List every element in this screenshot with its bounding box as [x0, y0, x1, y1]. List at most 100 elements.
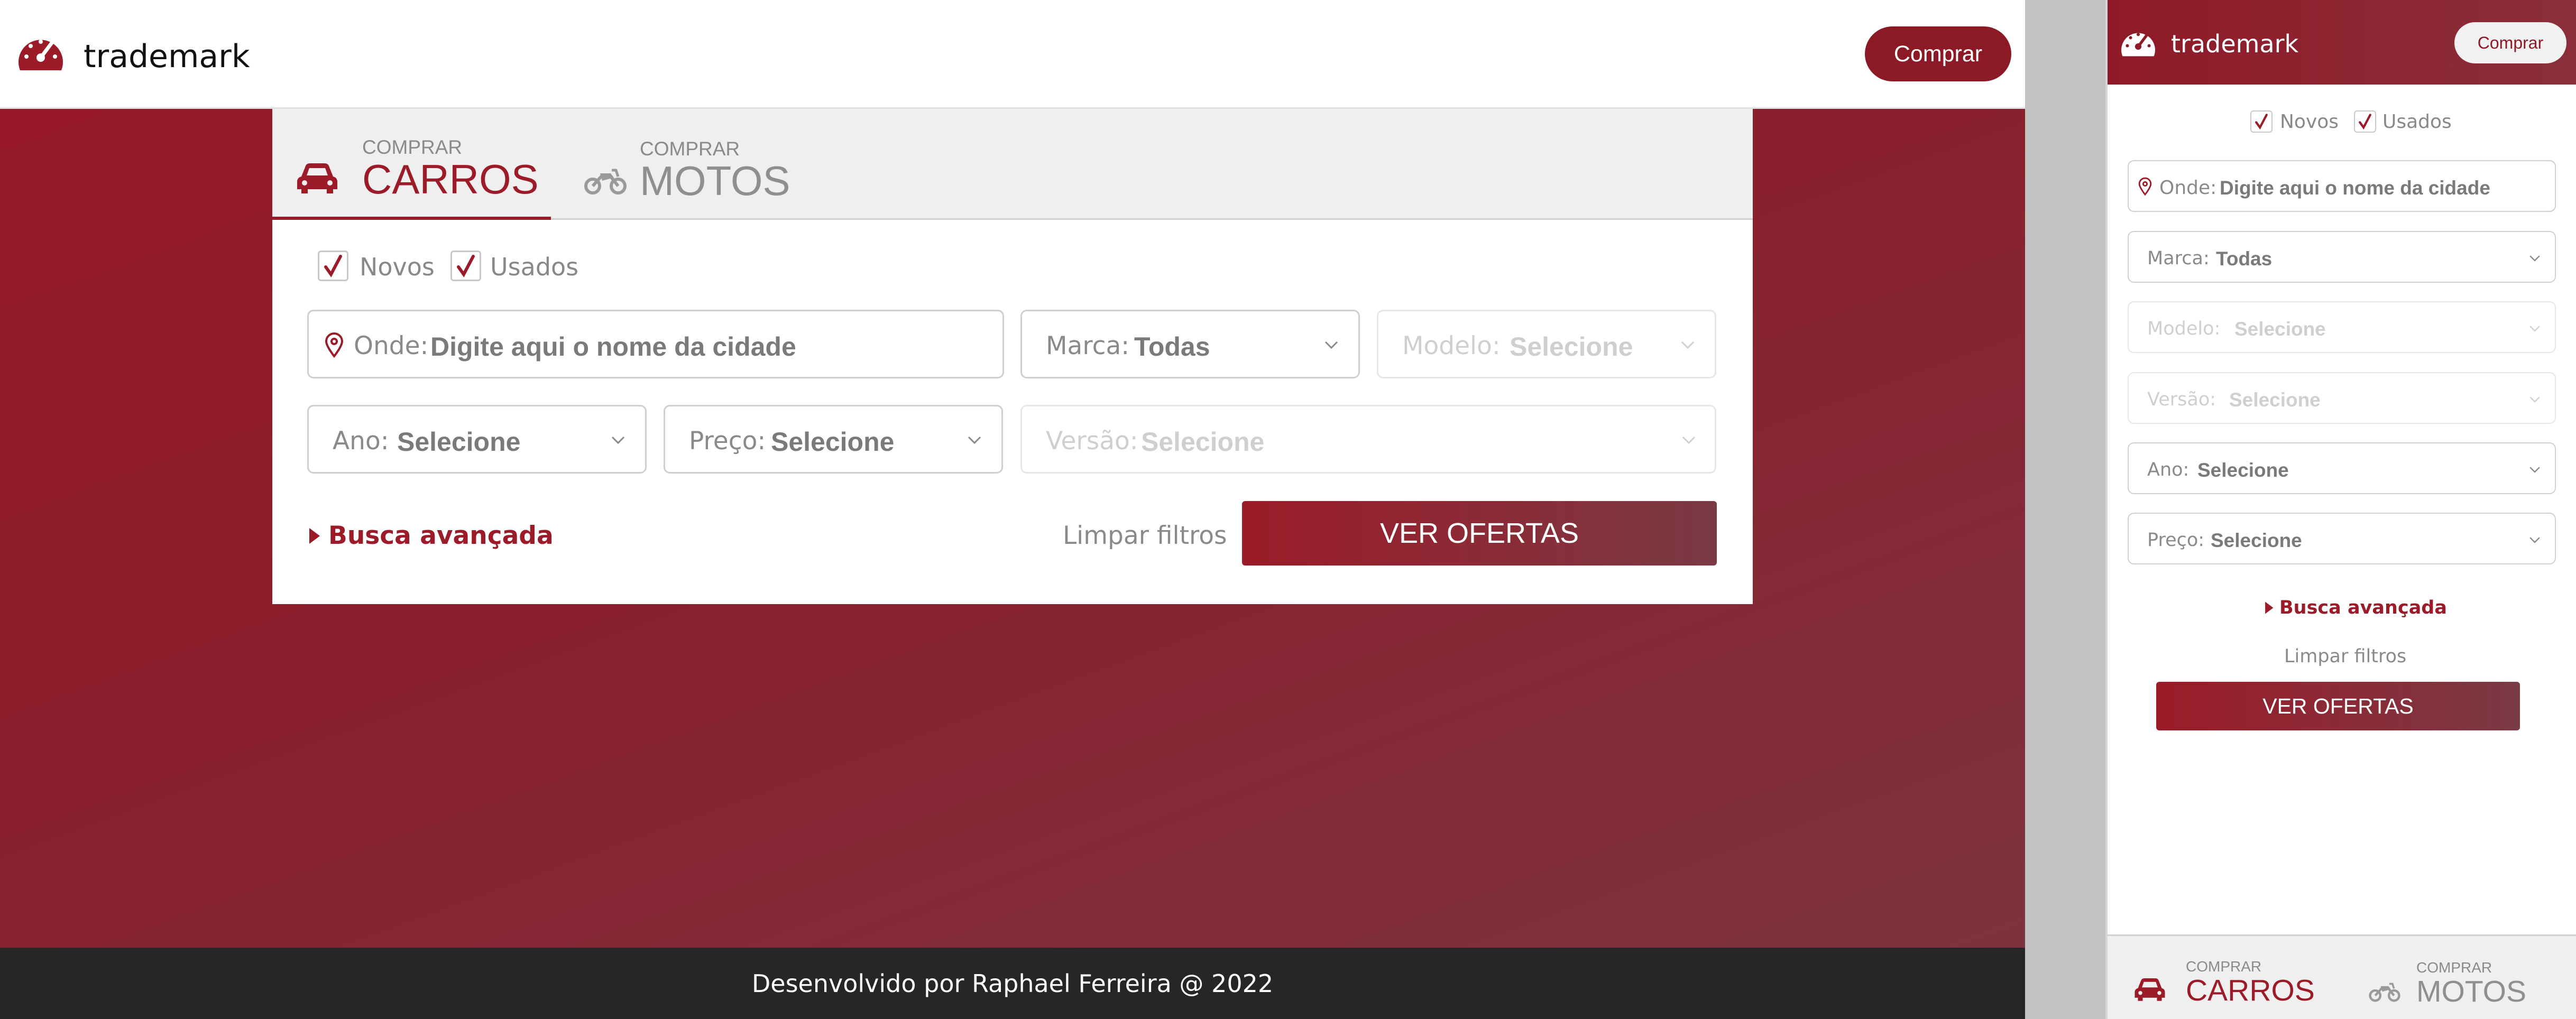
- tab-carros-small: COMPRAR: [362, 136, 463, 158]
- advanced-search-label: Busca avançada: [328, 521, 554, 550]
- checkmark-icon: [2255, 114, 2268, 130]
- chevron-down-icon: [1682, 436, 1696, 444]
- versao-label: Versão:: [1046, 427, 1138, 456]
- comprar-button[interactable]: Comprar: [1865, 26, 2011, 81]
- caret-right-icon: [2265, 601, 2274, 614]
- mobile-marca-label: Marca:: [2147, 248, 2210, 269]
- mobile-tab-carros-small: COMPRAR: [2186, 958, 2262, 975]
- location-pin-icon: [325, 332, 344, 358]
- versao-select[interactable]: Versão: Selecione: [1020, 405, 1716, 474]
- tab-carros[interactable]: COMPRAR CARROS: [272, 109, 551, 220]
- ano-select[interactable]: Ano: Selecione: [307, 405, 647, 474]
- mobile-ano-label: Ano:: [2147, 459, 2189, 480]
- chevron-down-icon: [968, 436, 981, 444]
- search-card: COMPRAR CARROS COMPRAR MOTOS Novos Usado…: [272, 109, 1753, 604]
- mobile-novos-checkbox[interactable]: [2250, 110, 2273, 133]
- preco-label: Preço:: [689, 427, 766, 456]
- chevron-down-icon: [1324, 341, 1338, 349]
- mobile-usados-label[interactable]: Usados: [2382, 111, 2452, 133]
- marca-label: Marca:: [1046, 331, 1130, 360]
- car-icon: [296, 161, 338, 196]
- mobile-ano-value: Selecione: [2197, 459, 2289, 481]
- mobile-modelo-select[interactable]: Modelo: Selecione: [2128, 301, 2556, 353]
- mobile-tab-carros[interactable]: COMPRAR CARROS: [2108, 936, 2330, 1019]
- vehicle-tabs: COMPRAR CARROS COMPRAR MOTOS: [272, 109, 1753, 220]
- advanced-search-link[interactable]: Busca avançada: [307, 521, 554, 550]
- mobile-modelo-label: Modelo:: [2147, 318, 2221, 339]
- mobile-usados-checkbox[interactable]: [2354, 110, 2376, 133]
- modelo-select[interactable]: Modelo: Selecione: [1377, 310, 1716, 378]
- mobile-comprar-button[interactable]: Comprar: [2454, 22, 2566, 63]
- chevron-down-icon: [611, 436, 625, 444]
- checkmark-icon: [2359, 114, 2371, 130]
- chevron-down-icon: [2529, 255, 2540, 262]
- mobile-tab-carros-label: CARROS: [2186, 974, 2315, 1007]
- onde-field[interactable]: Onde: Digite aqui o nome da cidade: [307, 310, 1004, 378]
- onde-input[interactable]: Digite aqui o nome da cidade: [430, 331, 796, 362]
- speedometer-icon[interactable]: [2118, 25, 2158, 62]
- marca-value: Todas: [1134, 332, 1210, 362]
- chevron-down-icon: [2529, 537, 2540, 543]
- mobile-versao-select[interactable]: Versão: Selecione: [2128, 372, 2556, 424]
- mobile-ver-ofertas-button[interactable]: VER OFERTAS: [2156, 682, 2520, 730]
- chevron-down-icon: [1681, 341, 1695, 349]
- mobile-advanced-search-label: Busca avançada: [2279, 597, 2447, 618]
- mobile-tab-motos[interactable]: COMPRAR MOTOS: [2356, 936, 2576, 1019]
- checkmark-icon: [324, 255, 342, 277]
- brand-name[interactable]: trademark: [84, 33, 250, 80]
- marca-select[interactable]: Marca: Todas: [1020, 310, 1360, 378]
- speedometer-icon[interactable]: [15, 29, 67, 78]
- mobile-onde-input[interactable]: Digite aqui o nome da cidade: [2220, 177, 2490, 199]
- chevron-down-icon: [2529, 396, 2540, 403]
- usados-label[interactable]: Usados: [490, 253, 578, 281]
- preco-select[interactable]: Preço: Selecione: [664, 405, 1003, 474]
- chevron-down-icon: [2529, 467, 2540, 473]
- versao-value: Selecione: [1141, 427, 1265, 457]
- novos-label[interactable]: Novos: [360, 253, 435, 281]
- header: trademark Comprar: [0, 0, 2025, 109]
- tab-motos[interactable]: COMPRAR MOTOS: [568, 109, 806, 220]
- mobile-preco-value: Selecione: [2211, 530, 2302, 551]
- mobile-advanced-search-link[interactable]: Busca avançada: [2264, 597, 2447, 618]
- tab-motos-small: COMPRAR: [640, 138, 740, 160]
- ano-value: Selecione: [397, 427, 521, 457]
- mobile-ano-select[interactable]: Ano: Selecione: [2128, 442, 2556, 494]
- mobile-header: trademark Comprar: [2108, 0, 2576, 85]
- mobile-onde-label: Onde:: [2159, 177, 2217, 199]
- modelo-label: Modelo:: [1402, 331, 1501, 360]
- mobile-versao-value: Selecione: [2229, 389, 2321, 411]
- modelo-value: Selecione: [1510, 332, 1633, 362]
- mobile-marca-value: Todas: [2216, 248, 2273, 270]
- mobile-tab-motos-small: COMPRAR: [2416, 959, 2492, 976]
- mobile-modelo-value: Selecione: [2234, 318, 2326, 340]
- mobile-novos-label[interactable]: Novos: [2280, 111, 2339, 133]
- mobile-marca-select[interactable]: Marca: Todas: [2128, 231, 2556, 283]
- footer: Desenvolvido por Raphael Ferreira @ 2022: [0, 948, 2025, 1019]
- usados-checkbox[interactable]: [450, 251, 481, 281]
- mobile-preco-label: Preço:: [2147, 530, 2205, 551]
- motorcycle-icon: [2369, 983, 2400, 1002]
- mobile-vehicle-tabs: COMPRAR CARROS COMPRAR MOTOS: [2108, 934, 2576, 1019]
- chevron-down-icon: [2529, 326, 2540, 332]
- motorcycle-icon: [584, 167, 627, 196]
- location-pin-icon: [2138, 177, 2152, 196]
- mobile-onde-field[interactable]: Onde: Digite aqui o nome da cidade: [2128, 160, 2556, 212]
- onde-label: Onde:: [354, 331, 429, 360]
- mobile-clear-filters-link[interactable]: Limpar filtros: [2284, 646, 2406, 667]
- car-icon: [2135, 978, 2165, 1001]
- mobile-view: trademark Comprar Novos Usados Onde: Dig…: [2105, 0, 2576, 1019]
- tab-carros-label: CARROS: [362, 156, 539, 202]
- tab-motos-label: MOTOS: [640, 158, 790, 204]
- novos-checkbox[interactable]: [318, 251, 348, 281]
- mobile-tab-motos-label: MOTOS: [2416, 975, 2526, 1008]
- clear-filters-link[interactable]: Limpar filtros: [1063, 521, 1227, 550]
- mobile-versao-label: Versão:: [2147, 389, 2216, 410]
- preco-value: Selecione: [771, 427, 895, 457]
- mobile-preco-select[interactable]: Preço: Selecione: [2128, 513, 2556, 564]
- mobile-brand-name[interactable]: trademark: [2171, 27, 2298, 60]
- desktop-view: trademark Comprar COMPRAR CARROS COMPRAR…: [0, 0, 2025, 1019]
- caret-right-icon: [309, 527, 320, 544]
- checkmark-icon: [457, 255, 475, 277]
- ano-label: Ano:: [333, 427, 389, 456]
- ver-ofertas-button[interactable]: VER OFERTAS: [1242, 501, 1717, 566]
